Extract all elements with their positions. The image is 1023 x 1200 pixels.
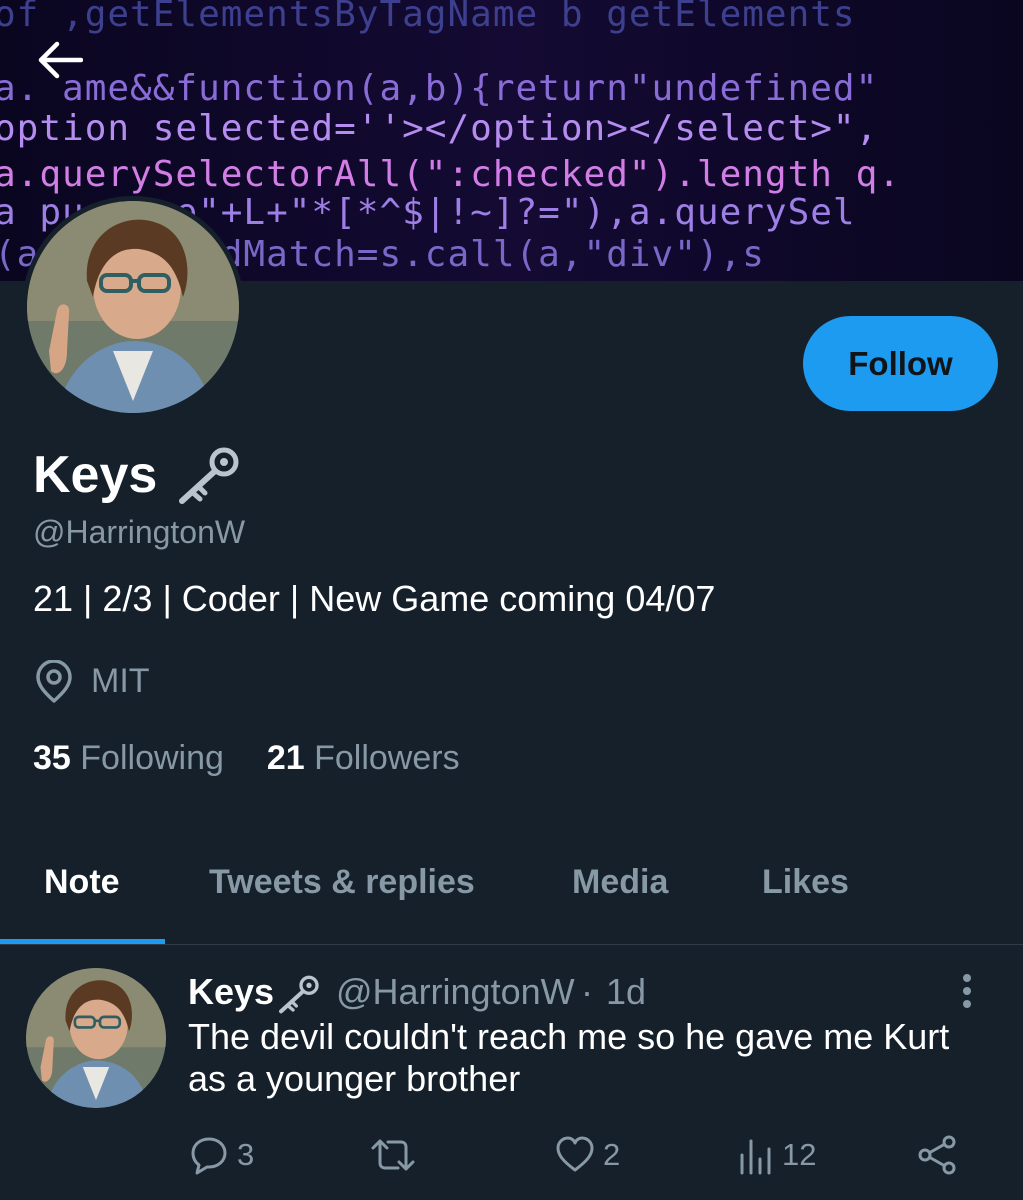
retweet-icon xyxy=(371,1139,415,1171)
banner-code-line: a. ame&&function(a,b){return"undefined" xyxy=(0,68,878,109)
tab-tweets-and-replies[interactable]: Tweets & replies xyxy=(209,856,475,908)
followers-link[interactable]: 21 Followers xyxy=(267,739,460,777)
follow-button[interactable]: Follow xyxy=(803,316,998,411)
profile-location: MIT xyxy=(91,662,150,700)
like-button[interactable]: 2 xyxy=(555,1132,620,1178)
profile-stats: 35 Following 21 Followers xyxy=(33,737,460,779)
followers-count: 21 xyxy=(266,739,305,777)
tweet-timestamp[interactable]: 1d xyxy=(606,971,646,1013)
avatar-photo xyxy=(26,968,166,1108)
reply-button[interactable]: 3 xyxy=(189,1132,254,1178)
avatar-photo xyxy=(27,201,239,413)
key-icon xyxy=(279,975,319,1014)
tweet-author-name[interactable]: Keys xyxy=(188,971,274,1012)
share-icon xyxy=(918,1135,956,1175)
key-icon xyxy=(179,447,239,504)
more-vertical-icon xyxy=(963,974,971,1008)
tweet-author-handle[interactable]: @HarringtonW xyxy=(336,971,575,1013)
profile-bio: 21 | 2/3 | Coder | New Game coming 04/07 xyxy=(33,578,716,619)
tab-note[interactable]: Note xyxy=(44,856,120,908)
banner-code-line: option selected=''></option></select>", xyxy=(0,108,878,149)
location-pin-icon xyxy=(36,660,72,703)
bar-chart-icon xyxy=(740,1139,771,1175)
share-button[interactable] xyxy=(916,1132,958,1178)
banner-code-line: a.querySelectorAll(":checked").length q. xyxy=(0,154,901,195)
reply-icon xyxy=(191,1137,227,1175)
profile-display-name: Keys xyxy=(33,446,158,504)
tweet-text: The devil couldn't reach me so he gave m… xyxy=(188,1016,950,1099)
tweet-author-avatar[interactable] xyxy=(26,968,166,1108)
heart-icon xyxy=(556,1136,594,1172)
back-button[interactable] xyxy=(37,40,111,114)
tab-media[interactable]: Media xyxy=(572,856,668,908)
following-link[interactable]: 35 Following xyxy=(33,739,233,777)
like-count: 2 xyxy=(603,1137,621,1172)
profile-handle: @HarringtonW xyxy=(33,514,246,550)
reply-count: 3 xyxy=(237,1137,255,1172)
banner-code-line: of ,getElementsByTagName b getElements xyxy=(0,0,856,35)
views-button[interactable]: 12 xyxy=(738,1132,816,1178)
tweet-separator: · xyxy=(581,971,593,1012)
following-label: Following xyxy=(80,739,224,777)
profile-avatar[interactable] xyxy=(22,196,244,418)
following-count: 35 xyxy=(33,739,71,777)
arrow-left-icon xyxy=(38,41,83,79)
tabs-divider xyxy=(0,944,1023,945)
tweet-header: Keys @HarringtonW · 1d xyxy=(188,971,646,1013)
retweet-button[interactable] xyxy=(370,1132,424,1178)
followers-label: Followers xyxy=(314,739,460,777)
tab-likes[interactable]: Likes xyxy=(762,856,849,908)
views-count: 12 xyxy=(782,1137,817,1172)
tweet-more-button[interactable] xyxy=(950,972,984,1012)
